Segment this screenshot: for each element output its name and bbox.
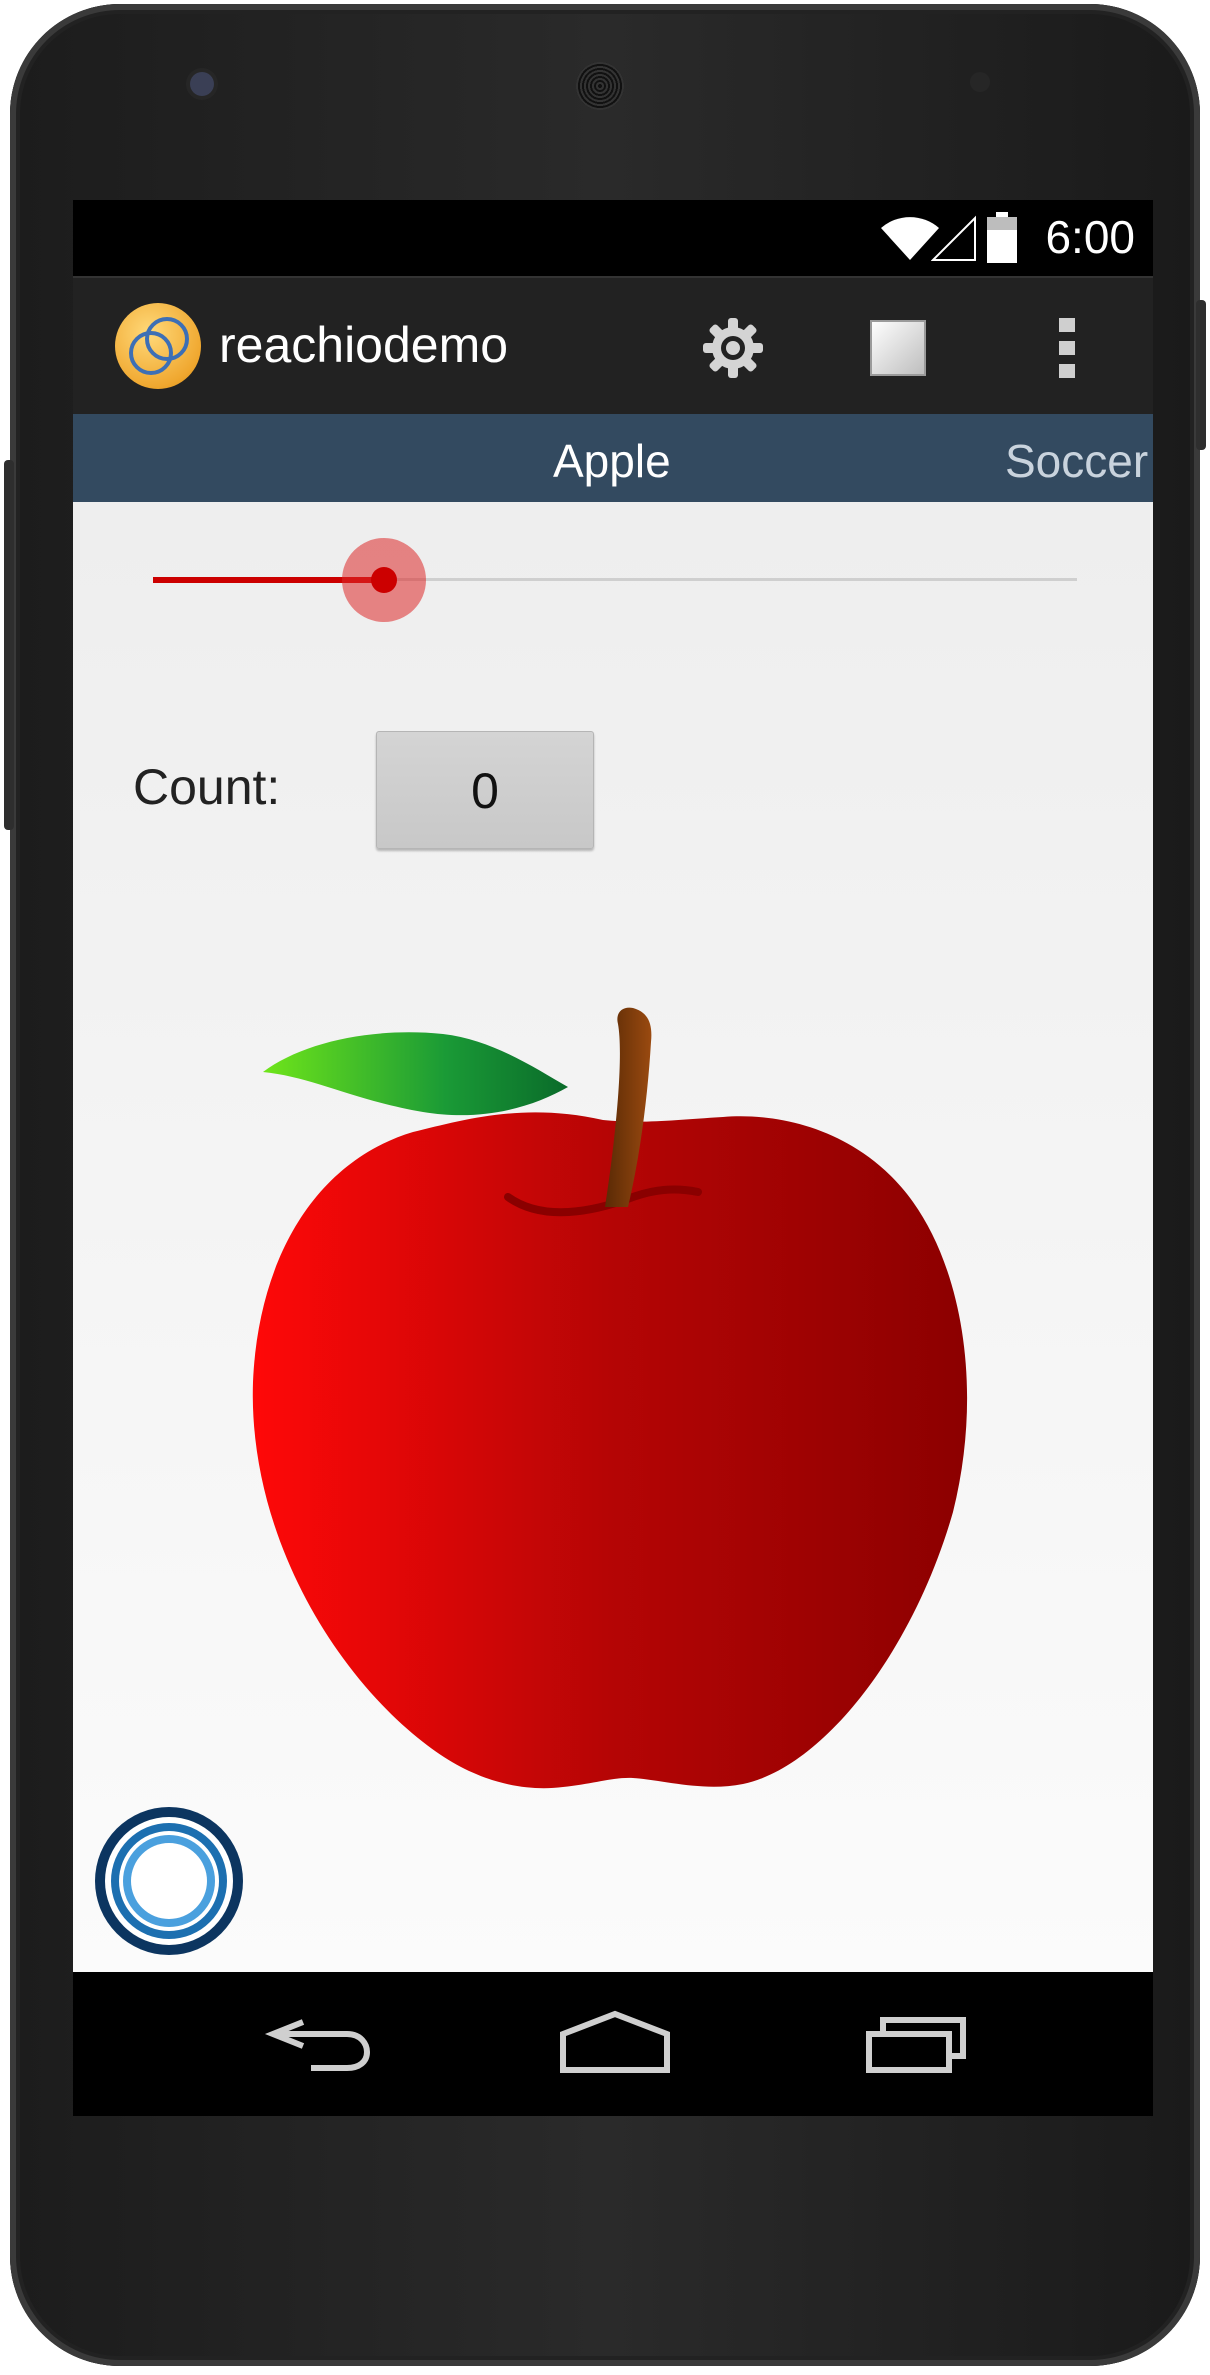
settings-gear-icon[interactable] [701,316,765,380]
proximity-sensor [970,72,990,92]
status-bar: 6:00 [73,200,1153,276]
count-value: 0 [471,763,499,819]
power-button[interactable] [4,460,14,830]
cell-signal-icon [931,215,976,261]
action-bar: reachiodemo [73,276,1153,414]
back-icon[interactable] [263,2008,373,2078]
battery-icon [987,212,1017,263]
count-label: Count: [133,759,281,815]
device-screen: 6:00 reachiodemo Apple Soccer Count: 0 [73,200,1153,2116]
earpiece-speaker [576,62,624,110]
tab-apple[interactable]: Apple [553,434,671,488]
volume-button[interactable] [1196,300,1206,450]
slider-thumb[interactable] [371,567,397,593]
phone-frame: 6:00 reachiodemo Apple Soccer Count: 0 [10,4,1200,2366]
reachio-ring-icon[interactable] [93,1805,245,1957]
tab-soccer[interactable]: Soccer [1005,434,1148,488]
overflow-menu-icon[interactable] [1057,316,1077,380]
value-slider[interactable] [73,502,1153,652]
square-icon[interactable] [868,318,928,378]
home-icon[interactable] [557,2008,673,2078]
count-button[interactable]: 0 [376,731,594,849]
navigation-bar [73,1972,1153,2116]
front-camera [190,72,214,96]
main-content: Count: 0 [73,502,1153,1972]
tab-bar: Apple Soccer [73,414,1153,502]
status-clock: 6:00 [1045,211,1135,263]
app-title: reachiodemo [219,317,509,373]
apple-image[interactable] [223,972,983,1872]
reachio-logo-icon[interactable] [115,303,201,389]
recents-icon[interactable] [863,2008,973,2078]
